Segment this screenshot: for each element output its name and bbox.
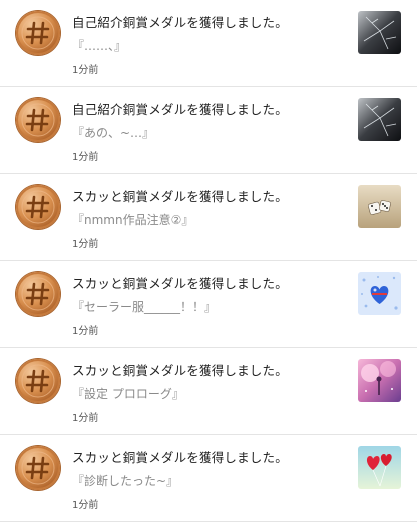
cracked-phone-icon[interactable] <box>358 98 401 141</box>
notification-item[interactable]: 自己紹介銅賞メダルを獲得しました。 『あの、~…』 1分前 <box>0 87 417 174</box>
timestamp: 1分前 <box>72 500 99 511</box>
notification-title: 自己紹介銅賞メダルを獲得しました。 <box>72 15 288 30</box>
notification-item[interactable]: スカッと銅賞メダルを獲得しました。 『設定 プロローグ』 1分前 <box>0 348 417 435</box>
work-title: 『あの、~…』 <box>72 126 155 140</box>
notification-list[interactable]: 自己紹介銅賞メダルを獲得しました。 『……、』 1分前 自己紹介銅賞メダルを獲得… <box>0 0 417 522</box>
notification-item[interactable]: スカッと銅賞メダルを獲得しました。 『nmmn作品注意②』 1分前 <box>0 174 417 261</box>
bronze-medal-icon <box>16 272 60 316</box>
bronze-medal-icon <box>16 359 60 403</box>
heart-balloons-icon[interactable] <box>358 446 401 489</box>
notification-title: スカッと銅賞メダルを獲得しました。 <box>72 363 288 378</box>
timestamp: 1分前 <box>72 152 99 163</box>
timestamp: 1分前 <box>72 239 99 250</box>
dice-icon[interactable] <box>358 185 401 228</box>
notification-item[interactable]: スカッと銅賞メダルを獲得しました。 『セーラー服______！！』 1分前 <box>0 261 417 348</box>
work-title: 『……、』 <box>72 39 127 53</box>
bronze-medal-icon <box>16 185 60 229</box>
cracked-phone-icon[interactable] <box>358 11 401 54</box>
bronze-medal-icon <box>16 11 60 55</box>
bronze-medal-icon <box>16 446 60 490</box>
work-title: 『設定 プロローグ』 <box>72 387 184 401</box>
timestamp: 1分前 <box>72 65 99 76</box>
notification-item[interactable]: 自己紹介銅賞メダルを獲得しました。 『……、』 1分前 <box>0 0 417 87</box>
notification-title: スカッと銅賞メダルを獲得しました。 <box>72 189 288 204</box>
work-title: 『セーラー服______！！』 <box>72 300 217 314</box>
blue-heart-icon[interactable] <box>358 272 401 315</box>
notification-title: スカッと銅賞メダルを獲得しました。 <box>72 276 288 291</box>
notification-title: スカッと銅賞メダルを獲得しました。 <box>72 450 288 465</box>
bronze-medal-icon <box>16 98 60 142</box>
pink-tree-icon[interactable] <box>358 359 401 402</box>
notification-item[interactable]: スカッと銅賞メダルを獲得しました。 『診断したった~』 1分前 <box>0 435 417 522</box>
work-title: 『診断したった~』 <box>72 474 179 488</box>
timestamp: 1分前 <box>72 326 99 337</box>
notification-title: 自己紹介銅賞メダルを獲得しました。 <box>72 102 288 117</box>
timestamp: 1分前 <box>72 413 99 424</box>
work-title: 『nmmn作品注意②』 <box>72 213 194 227</box>
